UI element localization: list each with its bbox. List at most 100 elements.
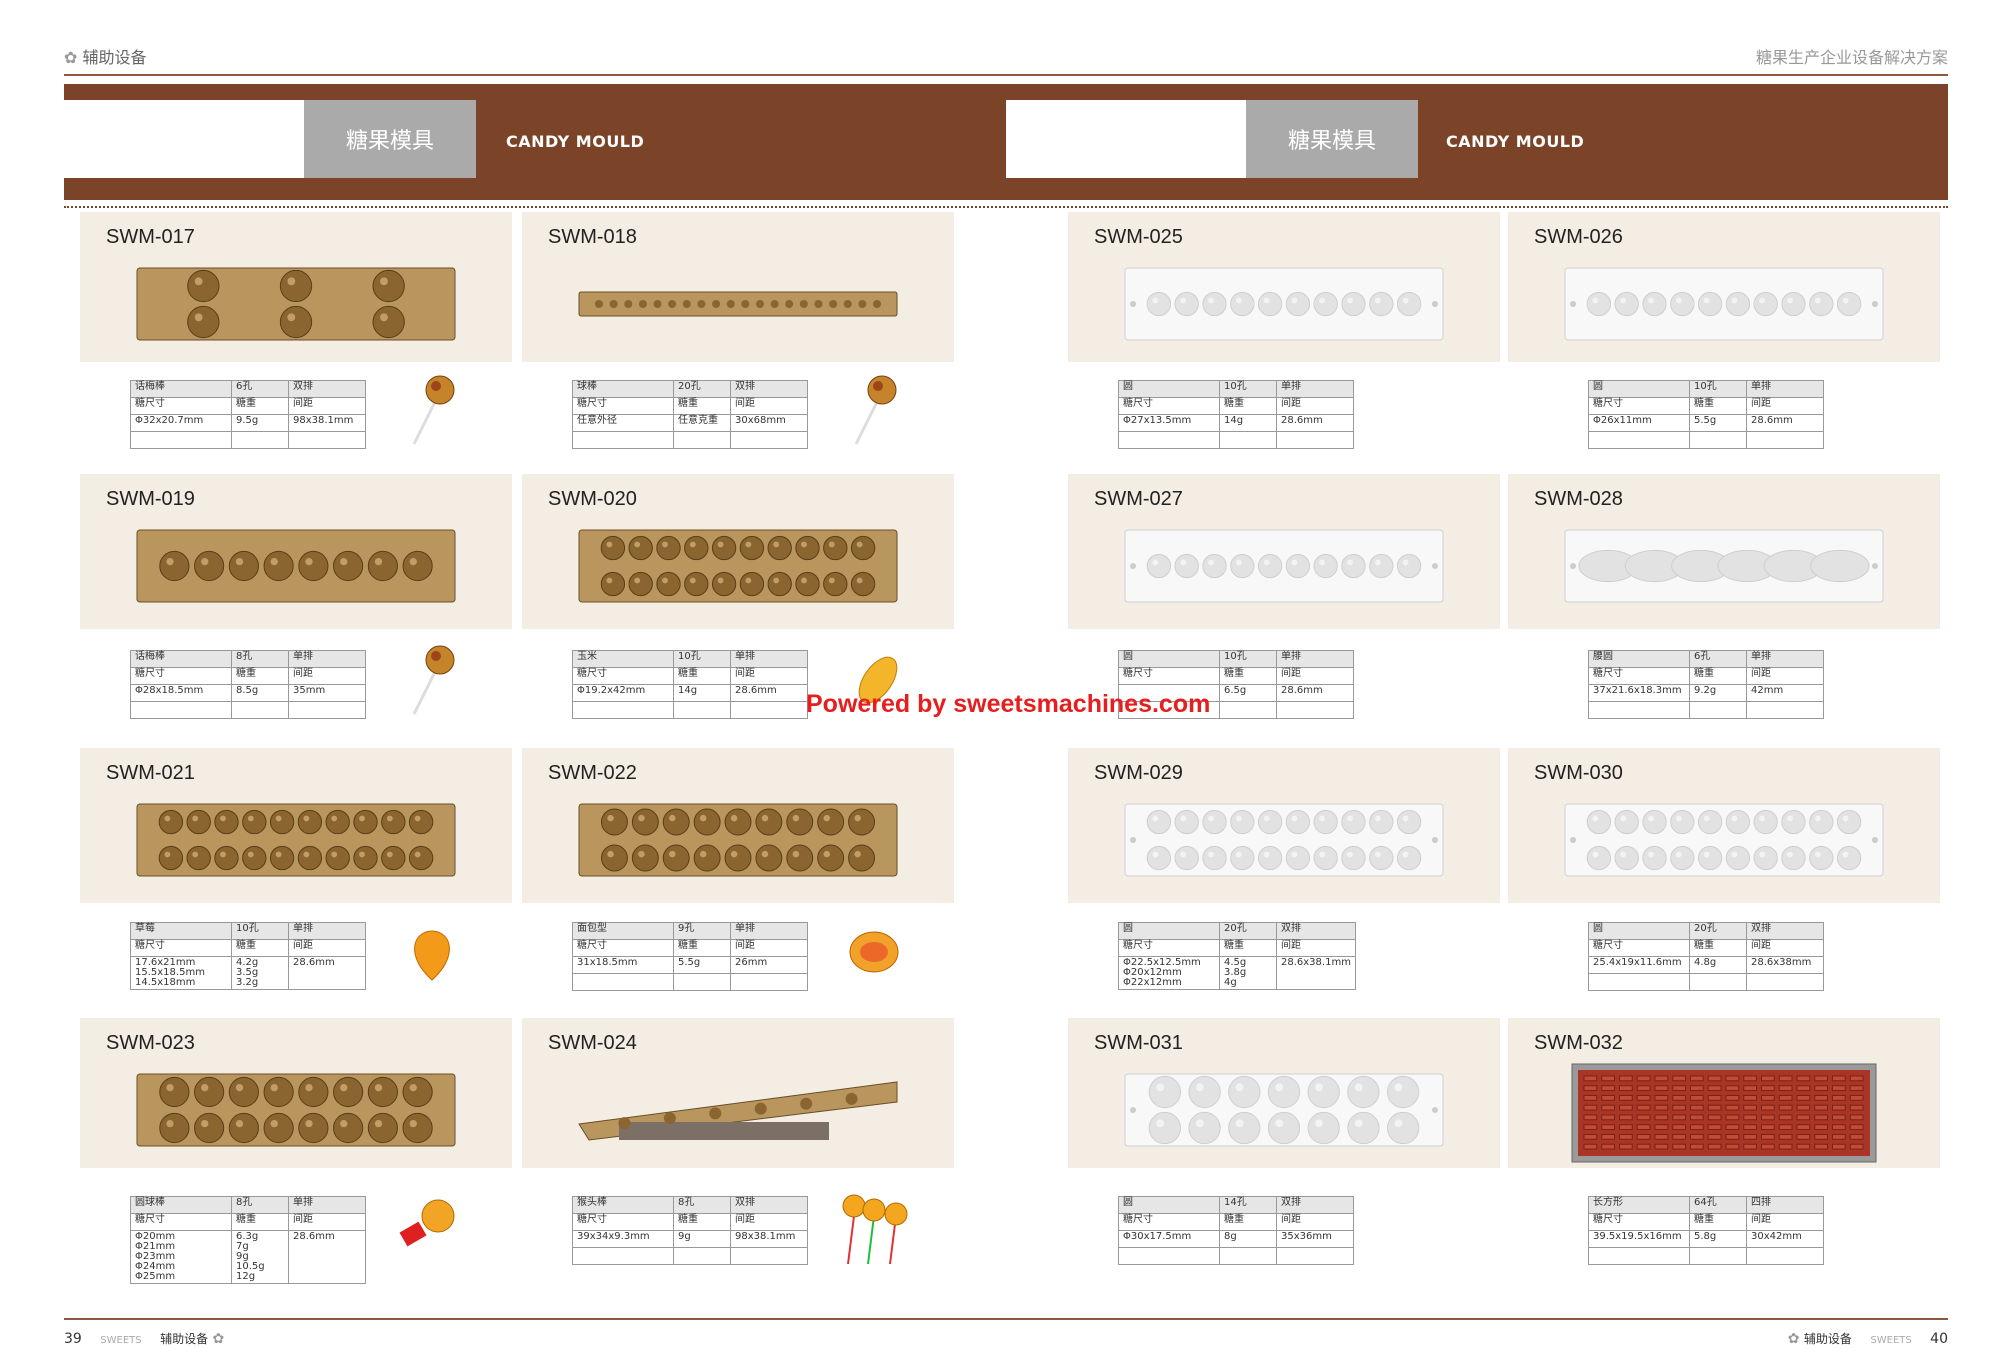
spec-cell: 糖尺寸 <box>1118 397 1220 415</box>
spec-cell <box>572 973 674 991</box>
spec-cell <box>1746 431 1824 449</box>
spec-cell: 20孔 <box>1689 922 1747 940</box>
spec-row <box>1588 701 1824 719</box>
spec-cell <box>1588 431 1690 449</box>
spec-cell: 42mm <box>1746 684 1824 702</box>
spec-cell: 糖重 <box>673 1213 731 1231</box>
spec-cell: 间距 <box>730 397 808 415</box>
spec-row: 39x34x9.3mm 9g 98x38.1mm <box>572 1230 808 1248</box>
gear-icon: ✿ <box>1787 1331 1800 1347</box>
spec-row: Φ26x11mm 5.5g 28.6mm <box>1588 414 1824 432</box>
mould-photo <box>1119 524 1449 612</box>
spec-cell <box>673 1247 731 1265</box>
candy-icon <box>854 375 897 445</box>
spec-cell <box>1219 431 1277 449</box>
candy-icon <box>414 930 450 981</box>
spec-cell: 糖重 <box>231 1213 289 1231</box>
spec-cell: 间距 <box>730 939 808 957</box>
spec-cell: 腰圆 <box>1588 650 1690 668</box>
spec-cell: 间距 <box>1276 667 1354 685</box>
spec-header-row: 圆球棒 8孔 单排 <box>130 1196 366 1214</box>
spec-cell: 球棒 <box>572 380 674 398</box>
spec-cell: 双排 <box>1276 1196 1354 1214</box>
spec-row: Φ20mm Φ21mm Φ23mm Φ24mm Φ25mm 6.3g 7g 9g … <box>130 1230 366 1284</box>
spec-cell: Φ27x13.5mm <box>1118 414 1220 432</box>
spec-cell: 圆球棒 <box>130 1196 232 1214</box>
spec-cell: 双排 <box>1746 922 1824 940</box>
spec-cell: 5.8g <box>1689 1230 1747 1248</box>
gear-icon: ✿ <box>64 48 78 67</box>
spec-cell: 26mm <box>730 956 808 974</box>
spec-cell: 任意外径 <box>572 414 674 432</box>
spec-row: 糖尺寸 糖重 间距 <box>1118 397 1354 415</box>
spec-cell: 6孔 <box>231 380 289 398</box>
product-code: SWM-017 <box>106 226 195 248</box>
spec-cell: 糖尺寸 <box>1118 667 1220 685</box>
spec-row: Φ32x20.7mm 9.5g 98x38.1mm <box>130 414 366 432</box>
spec-cell: 单排 <box>288 650 366 668</box>
mould-photo <box>573 524 903 612</box>
spec-cell <box>572 701 674 719</box>
spec-cell: 间距 <box>1746 1213 1824 1231</box>
spec-cell: 6孔 <box>1689 650 1747 668</box>
spec-header-row: 圆 20孔 双排 <box>1588 922 1824 940</box>
product-code: SWM-029 <box>1094 762 1183 784</box>
mould-photo <box>573 1068 903 1156</box>
spec-cell <box>730 973 808 991</box>
spec-header-row: 话梅棒 6孔 双排 <box>130 380 366 398</box>
spec-cell <box>673 701 731 719</box>
spec-cell: 间距 <box>1276 1213 1354 1231</box>
spec-header-row: 玉米 10孔 单排 <box>572 650 808 668</box>
mould-image <box>136 529 456 603</box>
spec-cell: 间距 <box>730 1213 808 1231</box>
spec-cell: 6.5g <box>1219 684 1277 702</box>
spec-row: 糖尺寸 糖重 间距 <box>1118 667 1354 685</box>
mould-photo <box>131 262 461 350</box>
spec-cell: 4.8g <box>1689 956 1747 974</box>
spec-cell: 圆 <box>1588 380 1690 398</box>
product-code: SWM-031 <box>1094 1032 1183 1054</box>
spec-cell <box>1118 431 1220 449</box>
spec-cell <box>1746 973 1824 991</box>
spec-cell: 14孔 <box>1219 1196 1277 1214</box>
spec-cell: 28.6x38.1mm <box>1276 956 1356 990</box>
spec-table: 圆 20孔 双排 糖尺寸 糖重 间距 25.4x19x11.6mm 4.8g 28.6x38mm <box>1588 922 1824 991</box>
mould-image <box>578 803 898 877</box>
spec-row: Φ27x13.5mm 14g 28.6mm <box>1118 414 1354 432</box>
spec-cell: 间距 <box>1746 397 1824 415</box>
spec-cell: 话梅棒 <box>130 380 232 398</box>
mould-photo <box>1559 524 1889 612</box>
spec-row: 糖尺寸 糖重 间距 <box>1588 939 1824 957</box>
watermark: Powered by sweetsmachines.com <box>806 690 1211 718</box>
spec-cell: 糖重 <box>673 939 731 957</box>
spec-cell <box>231 431 289 449</box>
banner-dotted-rule <box>64 206 1948 208</box>
spec-cell: 圆 <box>1118 922 1220 940</box>
mould-image <box>1124 267 1444 341</box>
mould-image <box>1564 803 1884 877</box>
spec-cell: 糖重 <box>1219 667 1277 685</box>
spec-cell: 糖重 <box>1219 1213 1277 1231</box>
spec-row: 糖尺寸 糖重 间距 <box>1118 939 1356 957</box>
spec-header-row: 圆 10孔 单排 <box>1118 650 1354 668</box>
mould-image <box>578 291 898 317</box>
spec-cell: 双排 <box>288 380 366 398</box>
spec-cell: 8.5g <box>231 684 289 702</box>
spec-cell: 14g <box>1219 414 1277 432</box>
spec-cell <box>130 701 232 719</box>
spec-cell: 9.5g <box>231 414 289 432</box>
spec-cell: 糖重 <box>1219 939 1277 957</box>
spec-cell: Φ26x11mm <box>1588 414 1690 432</box>
spec-row: 糖尺寸 糖重 间距 <box>572 939 808 957</box>
spec-cell <box>1276 431 1354 449</box>
candy-sample <box>392 640 472 724</box>
spec-cell: 64孔 <box>1689 1196 1747 1214</box>
spec-row <box>572 973 808 991</box>
spec-cell: 单排 <box>1746 650 1824 668</box>
spec-table: 圆 20孔 双排 糖尺寸 糖重 间距 Φ22.5x12.5mm Φ20x12mm Φ22x1… <box>1118 922 1356 990</box>
mould-image <box>136 267 456 341</box>
spec-table: 话梅棒 6孔 双排 糖尺寸 糖重 间距 Φ32x20.7mm 9.5g 98x38.1mm <box>130 380 366 449</box>
spec-row: Φ22.5x12.5mm Φ20x12mm Φ22x12mm 4.5g 3.8g … <box>1118 956 1356 990</box>
spec-cell <box>730 1247 808 1265</box>
spec-cell <box>673 973 731 991</box>
